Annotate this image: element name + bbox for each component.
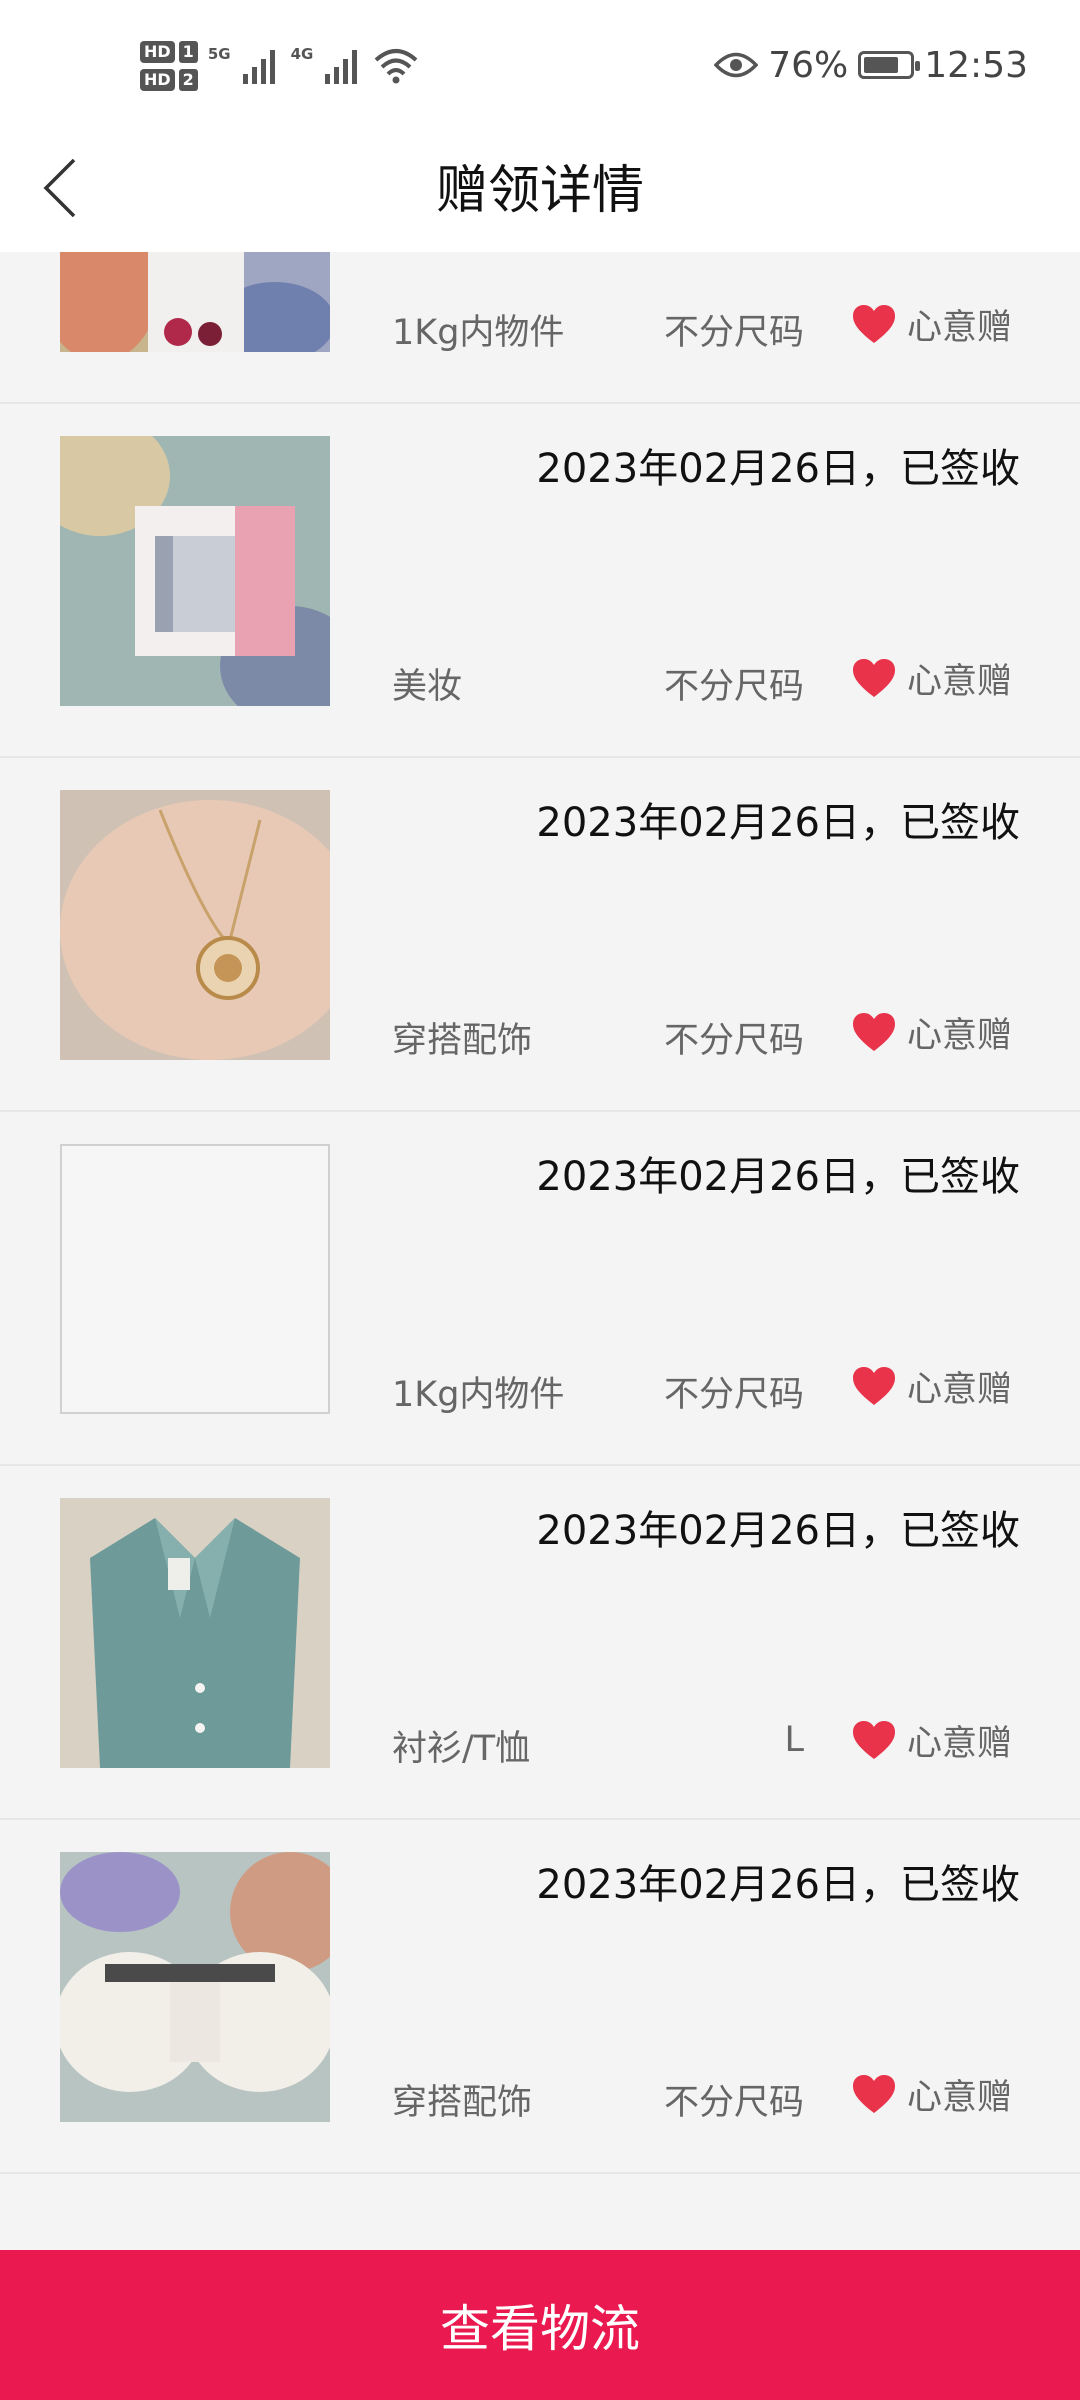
gift-type: 心意赠 [851, 1716, 1012, 1764]
status-right: 76% 12:53 [714, 40, 1028, 90]
hd2-badge: HD [140, 69, 175, 91]
item-size: L [784, 1720, 805, 1760]
sim-stack: HD 1 HD 2 [140, 41, 198, 91]
gift-type-label: 心意赠 [906, 1723, 1012, 1764]
battery-icon [858, 51, 921, 79]
signal-icon [325, 50, 358, 84]
item-thumbnail-placeholder [60, 1144, 330, 1414]
gift-type-label: 心意赠 [906, 661, 1012, 702]
pendant-necklace-thumbnail [60, 790, 330, 1060]
gift-type: 心意赠 [851, 654, 1012, 702]
item-category: 1Kg内物件 [392, 313, 565, 353]
item-thumbnail [60, 1852, 330, 2122]
gift-type: 心意赠 [851, 300, 1012, 348]
heart-icon [852, 2075, 895, 2113]
item-thumbnail [60, 252, 330, 352]
gift-type-label: 心意赠 [906, 307, 1012, 348]
gift-type: 心意赠 [851, 1362, 1012, 1410]
eye-icon [714, 52, 759, 78]
item-date: 2023年02月26日，已签收 [536, 800, 1020, 846]
gift-type-label: 心意赠 [906, 1369, 1012, 1410]
wifi-icon [374, 49, 418, 84]
sim1-indicator: HD 1 [140, 41, 198, 63]
title-bar: 赠领详情 [0, 130, 1080, 252]
heart-icon [852, 659, 895, 697]
heart-icon [852, 1721, 895, 1759]
view-logistics-button[interactable]: 查看物流 [0, 2250, 1080, 2400]
list-item[interactable]: 2023年02月26日，已签收 穿搭配饰 不分尺码 心意赠 [0, 1820, 1080, 2174]
item-category: 1Kg内物件 [392, 1375, 565, 1415]
gift-type: 心意赠 [851, 2070, 1012, 2118]
gift-list: 1Kg内物件 不分尺码 心意赠 2023年02月26日，已签收 美妆 不分尺码 … [0, 252, 1080, 2250]
signal-icon [242, 50, 275, 84]
item-date: 2023年02月26日，已签收 [536, 446, 1020, 492]
item-category: 穿搭配饰 [392, 2083, 533, 2123]
sim2-indicator: HD 2 [140, 69, 198, 91]
list-item[interactable]: 2023年02月26日，已签收 1Kg内物件 不分尺码 心意赠 [0, 1112, 1080, 1466]
item-size: 不分尺码 [663, 667, 804, 707]
blue-shirt-thumbnail [60, 1498, 330, 1768]
clock: 12:53 [924, 44, 1028, 86]
list-item[interactable]: 2023年02月26日，已签收 衬衫/T恤 L 心意赠 [0, 1466, 1080, 1820]
item-thumbnail [60, 436, 330, 706]
list-item[interactable]: 2023年02月26日，已签收 美妆 不分尺码 心意赠 [0, 404, 1080, 758]
hd1-badge: HD [140, 41, 175, 63]
item-category: 穿搭配饰 [392, 1021, 533, 1061]
sim1-badge: 1 [178, 41, 198, 63]
network-indicators: HD 1 HD 2 5G 4G [140, 34, 419, 98]
network-type-2: 4G [290, 45, 314, 63]
gift-type-label: 心意赠 [906, 2077, 1012, 2118]
heart-icon [852, 1367, 895, 1405]
item-size: 不分尺码 [663, 1375, 804, 1415]
status-bar: HD 1 HD 2 5G 4G 76% 12:53 [0, 0, 1080, 130]
item-thumbnail [60, 790, 330, 1060]
heart-icon [852, 1013, 895, 1051]
item-category: 衬衫/T恤 [392, 1729, 531, 1769]
item-date: 2023年02月26日，已签收 [536, 1862, 1020, 1908]
bow-hairclip-thumbnail [60, 1852, 330, 2122]
gift-type: 心意赠 [851, 1008, 1012, 1056]
soda-bottle-thumbnail [60, 252, 330, 352]
item-category: 美妆 [392, 667, 463, 707]
battery-percent: 76% [768, 44, 849, 86]
sim2-badge: 2 [178, 69, 198, 91]
page-title: 赠领详情 [435, 161, 644, 221]
item-size: 不分尺码 [663, 2083, 804, 2123]
item-thumbnail [60, 1498, 330, 1768]
gift-type-label: 心意赠 [906, 1015, 1012, 1056]
heart-icon [852, 305, 895, 343]
network-type-1: 5G [207, 45, 231, 63]
list-item[interactable]: 1Kg内物件 不分尺码 心意赠 [0, 252, 1080, 404]
item-size: 不分尺码 [663, 313, 804, 353]
item-size: 不分尺码 [663, 1021, 804, 1061]
item-date: 2023年02月26日，已签收 [536, 1154, 1020, 1200]
battery-fill [864, 57, 898, 73]
list-item[interactable]: 2023年02月26日，已签收 穿搭配饰 不分尺码 心意赠 [0, 758, 1080, 1112]
item-date: 2023年02月26日，已签收 [536, 1508, 1020, 1554]
olay-cream-thumbnail [60, 436, 330, 706]
